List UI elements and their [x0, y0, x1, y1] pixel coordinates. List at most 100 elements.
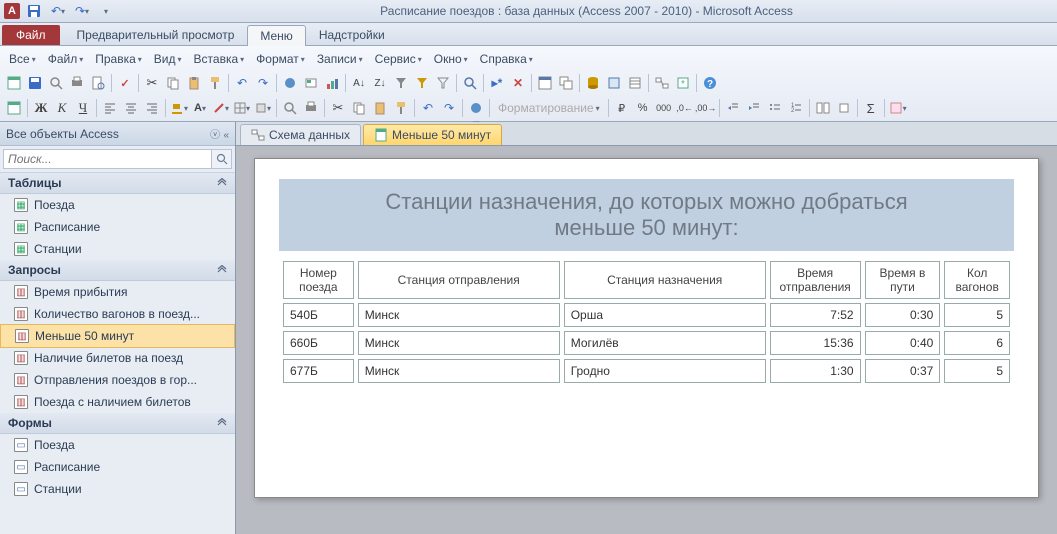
nav-group-формы[interactable]: Формы: [0, 413, 235, 434]
menu-help[interactable]: Справка▾: [475, 50, 538, 68]
toolbar-sort-asc-icon[interactable]: A↓: [349, 73, 369, 93]
menu-edit[interactable]: Правка▾: [90, 50, 147, 68]
nav-header[interactable]: Все объекты Access ⓥ «: [0, 122, 235, 146]
toolbar2-copy-icon[interactable]: [349, 98, 369, 118]
toolbar-formatpainter-icon[interactable]: [205, 73, 225, 93]
align-center-icon[interactable]: [121, 98, 141, 118]
special-effect-icon[interactable]: ▾: [253, 98, 273, 118]
toolbar-cut-icon[interactable]: ✂: [142, 73, 162, 93]
conditional-icon[interactable]: ▾: [888, 98, 908, 118]
qat-save-button[interactable]: [24, 2, 44, 20]
qat-redo-button[interactable]: ↷▾: [72, 2, 92, 20]
nav-group-таблицы[interactable]: Таблицы: [0, 173, 235, 194]
nav-item-table[interactable]: ▦Поезда: [0, 194, 235, 216]
align-right-icon[interactable]: [142, 98, 162, 118]
menu-tools[interactable]: Сервис▾: [370, 50, 427, 68]
menu-format[interactable]: Формат▾: [251, 50, 310, 68]
menu-insert[interactable]: Вставка▾: [189, 50, 250, 68]
toolbar-print-icon[interactable]: [67, 73, 87, 93]
menu-file[interactable]: Файл▾: [43, 50, 89, 68]
nav-item-table[interactable]: ▦Расписание: [0, 216, 235, 238]
qat-customize-button[interactable]: ▾: [96, 2, 116, 20]
doc-tab-report[interactable]: Меньше 50 минут: [363, 124, 502, 145]
toolbar-properties-icon[interactable]: [625, 73, 645, 93]
decimal-dec-icon[interactable]: ,0←: [675, 98, 695, 118]
menu-window[interactable]: Окно▾: [429, 50, 473, 68]
nav-item-query[interactable]: ▥Поезда с наличием билетов: [0, 391, 235, 413]
nav-item-query[interactable]: ▥Количество вагонов в поезд...: [0, 303, 235, 325]
nav-item-table[interactable]: ▦Станции: [0, 238, 235, 260]
toolbar2-redo-icon[interactable]: ↷: [439, 98, 459, 118]
currency-icon[interactable]: ₽: [612, 98, 632, 118]
indent-dec-icon[interactable]: [723, 98, 743, 118]
nav-item-query[interactable]: ▥Отправления поездов в гор...: [0, 369, 235, 391]
toolbar-help-icon[interactable]: ?: [700, 73, 720, 93]
toolbar-find-icon[interactable]: [460, 73, 480, 93]
toolbar-subform-icon[interactable]: [556, 73, 576, 93]
toolbar-database-icon[interactable]: [583, 73, 603, 93]
toolbar2-search-icon[interactable]: [280, 98, 300, 118]
nav-item-form[interactable]: ▭Расписание: [0, 456, 235, 478]
ribbon-tab-menu[interactable]: Меню: [247, 25, 305, 46]
thousands-icon[interactable]: 000: [654, 98, 674, 118]
nav-item-form[interactable]: ▭Поезда: [0, 434, 235, 456]
toolbar-copy-icon[interactable]: [163, 73, 183, 93]
toolbar-filter-selection-icon[interactable]: [412, 73, 432, 93]
toolbar2-undo-icon[interactable]: ↶: [418, 98, 438, 118]
toolbar-chart-icon[interactable]: [322, 73, 342, 93]
totals-icon[interactable]: Σ: [861, 98, 881, 118]
italic-icon[interactable]: К: [52, 98, 72, 118]
percent-icon[interactable]: %: [633, 98, 653, 118]
menu-all[interactable]: Все▾: [4, 50, 41, 68]
toolbar-sort-desc-icon[interactable]: Z↓: [370, 73, 390, 93]
nav-collapse-icon[interactable]: «: [223, 130, 229, 141]
toolbar-link-icon[interactable]: [280, 73, 300, 93]
toolbar2-formatpainter-icon[interactable]: [391, 98, 411, 118]
doc-tab-schema[interactable]: Схема данных: [240, 124, 361, 145]
align-left-icon[interactable]: [100, 98, 120, 118]
underline-icon[interactable]: Ч: [73, 98, 93, 118]
indent-inc-icon[interactable]: [744, 98, 764, 118]
file-tab[interactable]: Файл: [2, 25, 60, 45]
bullets-icon[interactable]: [765, 98, 785, 118]
toolbar-filter-icon[interactable]: [391, 73, 411, 93]
toolbar2-view-icon[interactable]: [4, 98, 24, 118]
menu-view[interactable]: Вид▾: [149, 50, 187, 68]
toolbar-undo-icon[interactable]: ↶: [232, 73, 252, 93]
toolbar-window-icon[interactable]: [535, 73, 555, 93]
toolbar-newobject-icon[interactable]: *: [673, 73, 693, 93]
nav-item-query[interactable]: ▥Время прибытия: [0, 281, 235, 303]
toolbar-object-icon[interactable]: [301, 73, 321, 93]
toolbar-save-icon[interactable]: [25, 73, 45, 93]
numbering-icon[interactable]: 12: [786, 98, 806, 118]
toolbar-relationships-icon[interactable]: [652, 73, 672, 93]
ungroup-icon[interactable]: [834, 98, 854, 118]
nav-search-input[interactable]: [3, 149, 212, 169]
group-icon[interactable]: [813, 98, 833, 118]
toolbar2-print-icon[interactable]: [301, 98, 321, 118]
fill-color-icon[interactable]: ▾: [169, 98, 189, 118]
toolbar-search-icon[interactable]: [46, 73, 66, 93]
toolbar2-cut-icon[interactable]: ✂: [328, 98, 348, 118]
line-color-icon[interactable]: ▾: [211, 98, 231, 118]
toolbar-newrecord-icon[interactable]: ▸*: [487, 73, 507, 93]
toolbar-codebuilder-icon[interactable]: [604, 73, 624, 93]
ribbon-tab-addins[interactable]: Надстройки: [306, 24, 398, 45]
toolbar2-paste-icon[interactable]: [370, 98, 390, 118]
toolbar-view-icon[interactable]: [4, 73, 24, 93]
toolbar-redo-icon[interactable]: ↷: [253, 73, 273, 93]
ribbon-tab-preview[interactable]: Предварительный просмотр: [64, 24, 248, 45]
nav-item-query[interactable]: ▥Меньше 50 минут: [0, 324, 235, 348]
decimal-inc-icon[interactable]: ,00→: [696, 98, 716, 118]
toolbar-spell-icon[interactable]: ✓: [115, 73, 135, 93]
nav-dropdown-icon[interactable]: ⓥ: [210, 130, 220, 141]
menu-records[interactable]: Записи▾: [312, 50, 368, 68]
formatting-dropdown[interactable]: Форматирование▾: [493, 99, 605, 117]
toolbar-preview-icon[interactable]: [88, 73, 108, 93]
toolbar-deleterecord-icon[interactable]: ✕: [508, 73, 528, 93]
bold-icon[interactable]: Ж: [31, 98, 51, 118]
nav-search-button[interactable]: [212, 149, 232, 169]
nav-item-query[interactable]: ▥Наличие билетов на поезд: [0, 347, 235, 369]
font-color-icon[interactable]: A▾: [190, 98, 210, 118]
toolbar2-link-icon[interactable]: [466, 98, 486, 118]
